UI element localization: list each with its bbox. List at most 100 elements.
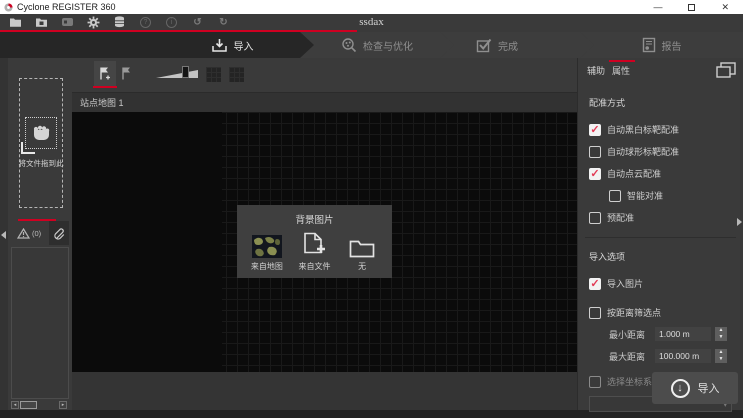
grid-toggle-button[interactable] [206, 67, 221, 82]
help-icon[interactable]: ? [139, 16, 152, 29]
view-options-button[interactable] [229, 67, 244, 82]
report-document-icon [642, 37, 656, 53]
titlebar: Cyclone REGISTER 360 — ✕ [0, 0, 743, 14]
attachments-tab[interactable] [49, 221, 69, 245]
paperclip-icon [53, 227, 65, 240]
canvas-blank-region [72, 112, 222, 372]
info-icon[interactable]: i [165, 16, 178, 29]
checkbox-row-import-images[interactable]: ✓ 导入图片 [589, 277, 732, 290]
max-distance-stepper[interactable]: ▲ ▼ [715, 349, 727, 363]
map-icon [252, 231, 282, 258]
background-image-dialog: 背景图片 来自地图 来自文件 [237, 205, 392, 278]
bg-option-from-file[interactable]: 来自文件 [291, 231, 337, 272]
close-button[interactable]: ✕ [721, 0, 729, 14]
sidebar-scrollbar[interactable]: ◂ ▸ [11, 401, 69, 409]
section-divider [585, 237, 736, 238]
toolbar: ? i ↺ ↻ ssdax [0, 14, 743, 32]
left-edge-strip [0, 58, 8, 410]
checkbox-row-bw-target[interactable]: ✓ 自动黑白标靶配准 [589, 123, 732, 136]
import-download-icon [211, 38, 228, 53]
app-logo-icon [4, 3, 13, 12]
file-sidebar: 将文件拖到此 (0) ◂ ▸ [8, 58, 72, 410]
min-distance-row: 最小距离 1.000 m ▲ ▼ [609, 327, 732, 341]
tab-report[interactable]: 报告 [580, 32, 743, 58]
settings-gear-icon[interactable] [87, 16, 100, 29]
max-distance-row: 最大距离 100.000 m ▲ ▼ [609, 349, 732, 363]
collapse-sidebar-arrow-icon[interactable] [1, 231, 6, 239]
max-distance-label: 最大距离 [609, 350, 655, 363]
sitemap-title-bar: 站点地图 1 [72, 92, 577, 112]
tab-finalize[interactable]: 完成 [440, 32, 594, 58]
min-distance-input[interactable]: 1.000 m [655, 327, 711, 341]
checkbox-row-sphere-target[interactable]: 自动球形标靶配准 [589, 145, 732, 158]
sitemap-tab-add[interactable] [94, 61, 116, 86]
dropzone-label: 将文件拖到此 [19, 158, 64, 169]
database-icon[interactable] [113, 16, 126, 29]
expand-panel-arrow-icon[interactable] [737, 218, 742, 226]
warning-count: (0) [32, 229, 41, 238]
checkbox-unchecked-icon[interactable] [589, 146, 601, 158]
redo-icon[interactable]: ↻ [217, 16, 230, 29]
min-distance-stepper[interactable]: ▲ ▼ [715, 327, 727, 341]
warning-triangle-icon [17, 228, 30, 239]
checkbox-checked-icon[interactable]: ✓ [589, 168, 601, 180]
scroll-right-icon[interactable]: ▸ [59, 401, 67, 409]
import-download-circle-icon: ↓ [671, 379, 690, 398]
stepper-down-icon: ▼ [715, 334, 727, 341]
tab-properties[interactable]: 属性 [612, 64, 630, 77]
folder-icon [349, 231, 375, 258]
checkbox-checked-icon[interactable]: ✓ [589, 278, 601, 290]
min-distance-label: 最小距离 [609, 328, 655, 341]
checkbox-unchecked-icon[interactable] [609, 190, 621, 202]
undo-icon[interactable]: ↺ [191, 16, 204, 29]
bg-option-none[interactable]: 无 [339, 231, 385, 272]
stepper-up-icon: ▲ [715, 349, 727, 356]
slider-track [156, 70, 198, 78]
checkbox-checked-icon[interactable]: ✓ [589, 124, 601, 136]
flag-icon [120, 66, 134, 81]
finalize-check-icon [476, 38, 492, 53]
stepper-up-icon: ▲ [715, 327, 727, 334]
workflow-tabbar: 导入 检查与优化 完成 报告 [0, 32, 743, 58]
panel-layout-icon[interactable] [716, 62, 736, 83]
file-dropzone[interactable]: 将文件拖到此 [19, 78, 63, 208]
dialog-title: 背景图片 [237, 212, 392, 226]
max-distance-input[interactable]: 100.000 m [655, 349, 711, 363]
checkbox-unchecked-icon[interactable] [589, 307, 601, 319]
sitemap-canvas[interactable]: 背景图片 来自地图 来自文件 [72, 112, 577, 372]
warnings-tab[interactable]: (0) [13, 225, 45, 242]
bg-option-from-map[interactable]: 来自地图 [244, 231, 290, 272]
checkbox-row-smart-align[interactable]: 智能对准 [609, 189, 732, 202]
checkbox-row-filter-distance[interactable]: 按距离筛选点 [589, 306, 732, 319]
tab-import[interactable]: 导入 [0, 32, 314, 58]
registration-section-title: 配准方式 [589, 96, 732, 109]
checkbox-unchecked-icon[interactable] [589, 212, 601, 224]
checkbox-row-pre-registration[interactable]: 预配准 [589, 211, 732, 224]
scrollbar-thumb[interactable] [20, 401, 37, 409]
import-options-section-title: 导入选项 [589, 250, 732, 263]
minimize-button[interactable]: — [653, 0, 662, 14]
tab-review-optimize[interactable]: 检查与优化 [300, 32, 454, 58]
slider-thumb[interactable] [182, 66, 189, 78]
storage-card-icon[interactable] [61, 16, 74, 29]
open-project-icon[interactable] [9, 16, 22, 29]
properties-panel: 辅助 属性 配准方式 ✓ 自动黑白标靶配准 自动球形标靶配准 ✓ 自动点云配准 [577, 58, 743, 410]
file-list[interactable] [11, 247, 69, 399]
import-button[interactable]: ↓ 导入 [652, 372, 738, 404]
checkbox-row-cloud-to-cloud[interactable]: ✓ 自动点云配准 [589, 167, 732, 180]
point-size-slider[interactable] [156, 68, 198, 80]
import-project-icon[interactable] [35, 16, 48, 29]
sitemap-tab-flag[interactable] [116, 61, 138, 86]
center-area: 站点地图 1 背景图片 来自地图 来自文 [72, 58, 577, 410]
scroll-left-icon[interactable]: ◂ [11, 401, 19, 409]
sitemap-label: 站点地图 1 [80, 98, 124, 108]
drag-hand-icon [25, 117, 57, 149]
selected-tab-accent [609, 60, 635, 62]
stepper-down-icon: ▼ [715, 356, 727, 363]
checkbox-unchecked-icon[interactable] [589, 376, 601, 388]
window-title: Cyclone REGISTER 360 [17, 0, 116, 14]
maximize-button[interactable] [688, 4, 695, 11]
flag-add-icon [98, 66, 112, 81]
canvas-lower-area [72, 372, 577, 410]
tab-assist[interactable]: 辅助 [587, 64, 605, 77]
